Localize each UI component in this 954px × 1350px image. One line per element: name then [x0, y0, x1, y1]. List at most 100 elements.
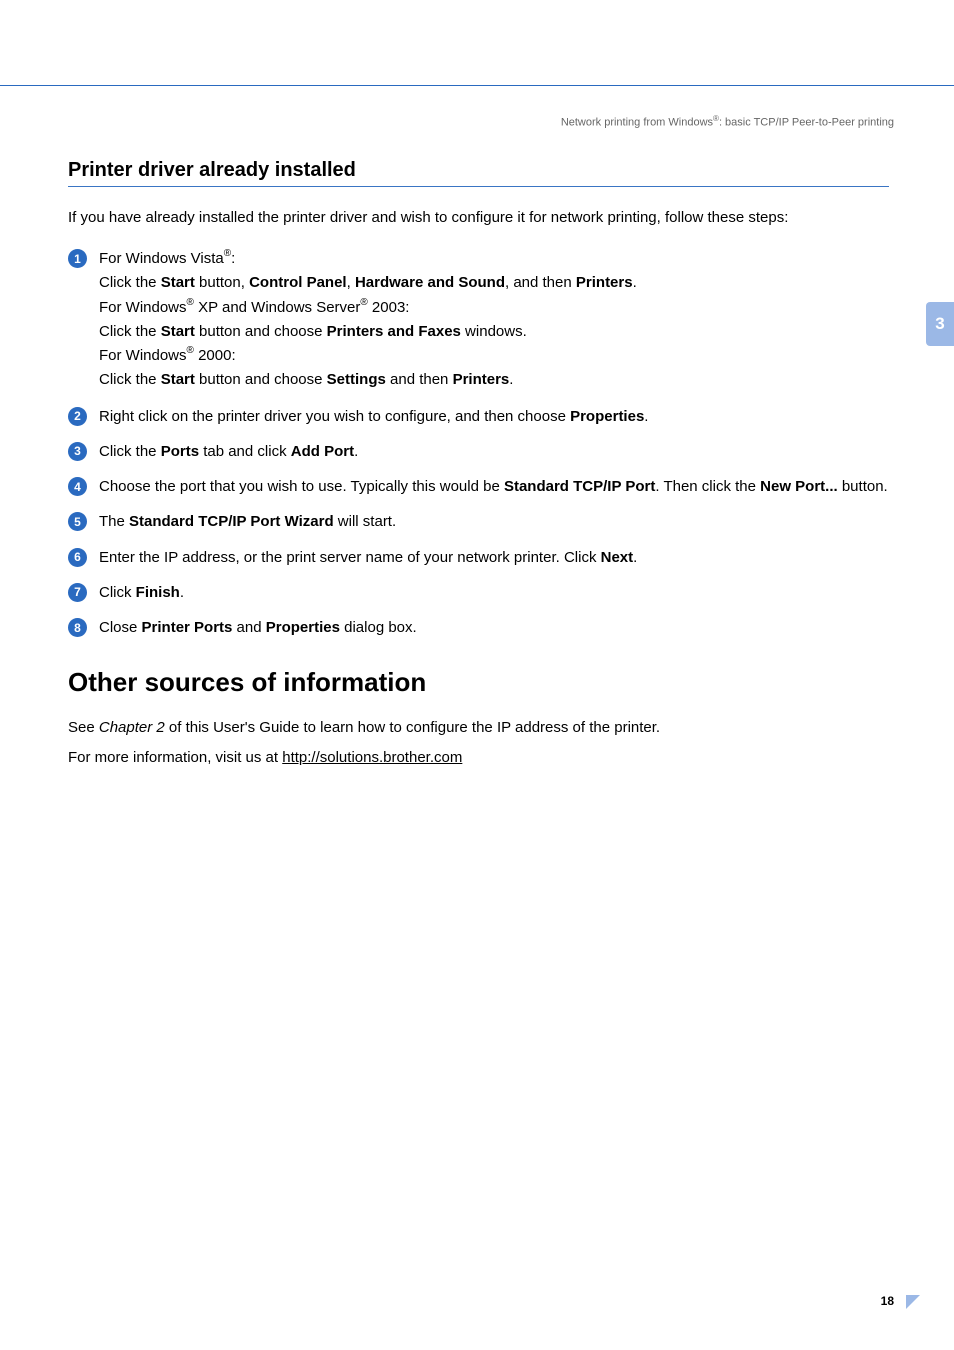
s1-l6b: Start	[161, 371, 195, 388]
step-1: 1 For Windows Vista®: Click the Start bu…	[68, 247, 889, 393]
s4-b: Standard TCP/IP Port	[504, 478, 655, 495]
s1-l2i: .	[633, 274, 637, 291]
s4-a: Choose the port that you wish to use. Ty…	[99, 478, 504, 495]
s7-b: Finish	[136, 584, 180, 601]
reg-icon: ®	[360, 297, 367, 308]
other-p2: For more information, visit us at http:/…	[68, 746, 889, 769]
solutions-link[interactable]: http://solutions.brother.com	[282, 749, 462, 766]
step-5: 5 The Standard TCP/IP Port Wizard will s…	[68, 510, 889, 533]
s2-c: .	[644, 408, 648, 425]
step-6: 6 Enter the IP address, or the print ser…	[68, 546, 889, 569]
step-1-body: For Windows Vista®: Click the Start butt…	[99, 247, 889, 393]
s5-b: Standard TCP/IP Port Wizard	[129, 513, 334, 530]
page-corner-icon	[906, 1295, 920, 1309]
s1-l2e: ,	[347, 274, 355, 291]
s8-a: Close	[99, 619, 142, 636]
s1-l2g: , and then	[505, 274, 576, 291]
s1-l1a: For Windows Vista	[99, 250, 224, 267]
s2-b: Properties	[570, 408, 644, 425]
step-1-num: 1	[68, 249, 87, 268]
other-p1c: of this User's Guide to learn how to con…	[165, 719, 660, 736]
s1-l5b: 2000:	[194, 347, 236, 364]
other-p1: See Chapter 2 of this User's Guide to le…	[68, 716, 889, 739]
step-3: 3 Click the Ports tab and click Add Port…	[68, 440, 889, 463]
s1-l3a: For Windows	[99, 299, 187, 316]
step-7-body: Click Finish.	[99, 581, 889, 604]
content-area: Printer driver already installed If you …	[0, 129, 954, 769]
step-7-num: 7	[68, 583, 87, 602]
s1-l2h: Printers	[576, 274, 633, 291]
other-p2a: For more information, visit us at	[68, 749, 282, 766]
s4-d: New Port...	[760, 478, 838, 495]
s1-l6d: Settings	[327, 371, 386, 388]
s1-l2c: button,	[195, 274, 249, 291]
step-3-body: Click the Ports tab and click Add Port.	[99, 440, 889, 463]
step-5-num: 5	[68, 512, 87, 531]
step-5-body: The Standard TCP/IP Port Wizard will sta…	[99, 510, 889, 533]
breadcrumb: Network printing from Windows®: basic TC…	[0, 86, 954, 129]
section-intro: If you have already installed the printe…	[68, 207, 889, 230]
s7-a: Click	[99, 584, 136, 601]
s1-l4a: Click the	[99, 323, 161, 340]
top-bar	[0, 0, 954, 86]
other-p1a: See	[68, 719, 99, 736]
step-2-body: Right click on the printer driver you wi…	[99, 405, 889, 428]
s1-l6f: Printers	[453, 371, 510, 388]
step-6-body: Enter the IP address, or the print serve…	[99, 546, 889, 569]
step-2-num: 2	[68, 407, 87, 426]
s1-l2f: Hardware and Sound	[355, 274, 505, 291]
s1-l6c: button and choose	[195, 371, 327, 388]
step-4-num: 4	[68, 477, 87, 496]
chapter-tab[interactable]: 3	[926, 302, 954, 346]
s1-l2d: Control Panel	[249, 274, 347, 291]
reg-icon: ®	[187, 345, 194, 356]
s3-e: .	[354, 443, 358, 460]
s6-b: Next	[601, 549, 634, 566]
other-p1b: Chapter 2	[99, 719, 165, 736]
reg-icon: ®	[224, 248, 231, 259]
reg-icon: ®	[187, 297, 194, 308]
page-number: 18	[881, 1294, 894, 1308]
s1-l2b: Start	[161, 274, 195, 291]
step-3-num: 3	[68, 442, 87, 461]
s1-l6a: Click the	[99, 371, 161, 388]
step-8: 8 Close Printer Ports and Properties dia…	[68, 616, 889, 639]
s1-l1b: :	[231, 250, 235, 267]
step-4-body: Choose the port that you wish to use. Ty…	[99, 475, 889, 498]
s1-l6e: and then	[386, 371, 453, 388]
step-2: 2 Right click on the printer driver you …	[68, 405, 889, 428]
s4-e: button.	[838, 478, 888, 495]
s6-c: .	[633, 549, 637, 566]
s8-e: dialog box.	[340, 619, 417, 636]
section-title: Printer driver already installed	[68, 159, 889, 187]
s1-l4e: windows.	[461, 323, 527, 340]
s1-l3c: 2003:	[368, 299, 410, 316]
s8-d: Properties	[266, 619, 340, 636]
s1-l4c: button and choose	[195, 323, 327, 340]
s1-l6g: .	[509, 371, 513, 388]
step-7: 7 Click Finish.	[68, 581, 889, 604]
s3-a: Click the	[99, 443, 161, 460]
step-4: 4 Choose the port that you wish to use. …	[68, 475, 889, 498]
s5-c: will start.	[334, 513, 397, 530]
s4-c: . Then click the	[655, 478, 760, 495]
s8-c: and	[232, 619, 265, 636]
s3-b: Ports	[161, 443, 199, 460]
breadcrumb-post: : basic TCP/IP Peer-to-Peer printing	[719, 117, 894, 129]
breadcrumb-pre: Network printing from Windows	[561, 117, 713, 129]
s3-c: tab and click	[199, 443, 291, 460]
s1-l4b: Start	[161, 323, 195, 340]
s1-l2a: Click the	[99, 274, 161, 291]
s5-a: The	[99, 513, 129, 530]
s7-c: .	[180, 584, 184, 601]
step-8-body: Close Printer Ports and Properties dialo…	[99, 616, 889, 639]
s6-a: Enter the IP address, or the print serve…	[99, 549, 601, 566]
s1-l5a: For Windows	[99, 347, 187, 364]
s8-b: Printer Ports	[142, 619, 233, 636]
s2-a: Right click on the printer driver you wi…	[99, 408, 570, 425]
step-6-num: 6	[68, 548, 87, 567]
s1-l4d: Printers and Faxes	[327, 323, 461, 340]
other-sources-title: Other sources of information	[68, 667, 889, 698]
s1-l3b: XP and Windows Server	[194, 299, 360, 316]
s3-d: Add Port	[291, 443, 354, 460]
